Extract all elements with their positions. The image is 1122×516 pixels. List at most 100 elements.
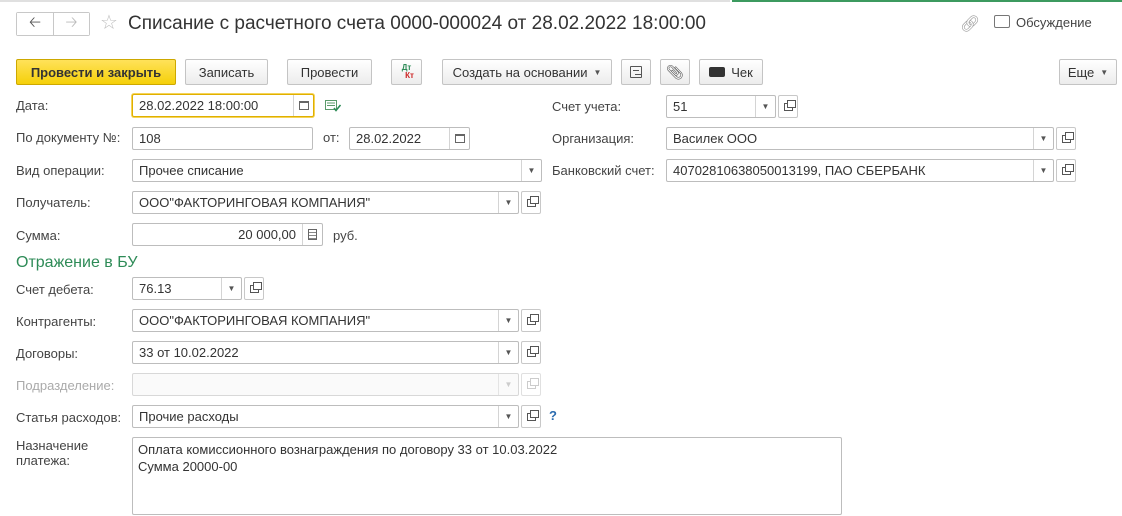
open-bank-account-button[interactable]: [1056, 159, 1076, 182]
operation-type-select[interactable]: Прочее списание ▼: [132, 159, 542, 182]
calculator-button[interactable]: [302, 224, 322, 245]
bank-account-value: 40702810638050013199, ПАО СБЕРБАНК: [673, 163, 926, 178]
create-based-on-button[interactable]: Создать на основании ▼: [442, 59, 612, 85]
back-button[interactable]: 🡠: [17, 13, 53, 35]
navigation-group: 🡠 🡢: [16, 12, 90, 36]
dropdown-arrow-icon[interactable]: ▼: [498, 374, 518, 395]
organization-label: Организация:: [552, 131, 635, 146]
discussion-icon[interactable]: [994, 15, 1010, 28]
calculator-icon: [308, 229, 317, 240]
link-icon[interactable]: 🔗︎: [960, 14, 980, 34]
date-field[interactable]: 28.02.2022 18:00:00: [132, 94, 314, 117]
create-based-on-label: Создать на основании: [452, 64, 588, 80]
paperclip-icon: 📎︎: [666, 63, 684, 80]
dropdown-arrow-icon[interactable]: ▼: [498, 310, 518, 331]
organization-select[interactable]: Василек ООО ▼: [666, 127, 1054, 150]
dropdown-arrow-icon[interactable]: ▼: [498, 406, 518, 427]
payment-purpose-line: Оплата комиссионного вознаграждения по д…: [138, 442, 558, 457]
discussion-link[interactable]: Обсуждение: [1016, 15, 1092, 30]
debit-account-select[interactable]: 76.13 ▼: [132, 277, 242, 300]
more-button[interactable]: Еще ▼: [1059, 59, 1117, 85]
help-link[interactable]: ?: [549, 408, 557, 423]
dropdown-arrow-icon[interactable]: ▼: [221, 278, 241, 299]
calendar-icon: [454, 134, 465, 143]
debit-account-value: 76.13: [139, 281, 172, 296]
cash-register-icon: [709, 67, 726, 77]
expense-item-select[interactable]: Прочие расходы ▼: [132, 405, 519, 428]
dropdown-arrow-icon[interactable]: ▼: [498, 342, 518, 363]
account-select[interactable]: 51 ▼: [666, 95, 776, 118]
chevron-down-icon: ▼: [593, 67, 602, 77]
bank-account-select[interactable]: 40702810638050013199, ПАО СБЕРБАНК ▼: [666, 159, 1054, 182]
receipt-button[interactable]: Чек: [699, 59, 763, 85]
contracts-value: 33 от 10.02.2022: [139, 345, 239, 360]
page-title: Списание с расчетного счета 0000-000024 …: [128, 13, 706, 34]
calendar-button[interactable]: [449, 128, 469, 149]
amount-label: Сумма:: [16, 228, 61, 243]
dropdown-arrow-icon[interactable]: ▼: [521, 160, 541, 181]
structure-icon: [630, 66, 642, 78]
more-label: Еще: [1067, 64, 1095, 80]
attachment-button[interactable]: 📎︎: [660, 59, 690, 85]
receipt-label: Чек: [731, 64, 753, 80]
open-debit-account-button[interactable]: [244, 277, 264, 300]
operation-type-value: Прочее списание: [139, 163, 244, 178]
dropdown-arrow-icon[interactable]: ▼: [1033, 160, 1053, 181]
open-icon: [526, 377, 539, 389]
doc-date-label: от:: [323, 130, 340, 145]
doc-number-field[interactable]: 108: [132, 127, 313, 150]
contracts-select[interactable]: 33 от 10.02.2022 ▼: [132, 341, 519, 364]
contracts-label: Договоры:: [16, 346, 79, 361]
currency-label: руб.: [333, 228, 358, 243]
expense-item-label: Статья расходов:: [16, 410, 122, 425]
open-organization-button[interactable]: [1056, 127, 1076, 150]
doc-date-field[interactable]: 28.02.2022: [349, 127, 470, 150]
post-button[interactable]: Провести: [287, 59, 372, 85]
dt-kt-icon: Дт Кт: [401, 63, 414, 80]
open-department-button[interactable]: [521, 373, 541, 396]
structure-button[interactable]: [621, 59, 651, 85]
open-contracts-button[interactable]: [521, 341, 541, 364]
open-account-button[interactable]: [778, 95, 798, 118]
department-label: Подразделение:: [16, 378, 115, 393]
forward-button[interactable]: 🡢: [53, 13, 89, 35]
counterparties-select[interactable]: ООО"ФАКТОРИНГОВАЯ КОМПАНИЯ" ▼: [132, 309, 519, 332]
payment-purpose-line: Сумма 20000-00: [138, 459, 238, 474]
doc-number-value: 108: [139, 131, 161, 146]
active-tab-indicator: [732, 0, 1122, 2]
counterparties-value: ООО"ФАКТОРИНГОВАЯ КОМПАНИЯ": [139, 313, 371, 328]
open-recipient-button[interactable]: [521, 191, 541, 214]
dropdown-arrow-icon[interactable]: ▼: [755, 96, 775, 117]
account-label: Счет учета:: [552, 99, 622, 114]
organization-value: Василек ООО: [673, 131, 758, 146]
dropdown-arrow-icon[interactable]: ▼: [498, 192, 518, 213]
save-button[interactable]: Записать: [185, 59, 268, 85]
open-icon: [1061, 163, 1074, 175]
arrow-left-icon: 🡠: [28, 13, 42, 31]
open-expense-item-button[interactable]: [521, 405, 541, 428]
star-icon[interactable]: ☆: [100, 11, 118, 35]
recipient-value: ООО"ФАКТОРИНГОВАЯ КОМПАНИЯ": [139, 195, 371, 210]
open-icon: [526, 345, 539, 357]
dt-kt-button[interactable]: Дт Кт: [391, 59, 422, 85]
open-counterparties-button[interactable]: [521, 309, 541, 332]
calendar-icon: [298, 101, 309, 110]
doc-date-value: 28.02.2022: [356, 131, 422, 146]
post-and-close-button[interactable]: Провести и закрыть: [16, 59, 176, 85]
payment-purpose-textarea[interactable]: Оплата комиссионного вознаграждения по д…: [132, 437, 842, 515]
posting-status-icon[interactable]: [325, 100, 341, 112]
recipient-select[interactable]: ООО"ФАКТОРИНГОВАЯ КОМПАНИЯ" ▼: [132, 191, 519, 214]
dropdown-arrow-icon[interactable]: ▼: [1033, 128, 1053, 149]
department-select[interactable]: ▼: [132, 373, 519, 396]
operation-type-label: Вид операции:: [16, 163, 105, 178]
calendar-button[interactable]: [293, 95, 313, 116]
payment-purpose-label-line2: платежа:: [16, 453, 70, 468]
payment-purpose-label-line1: Назначение: [16, 438, 89, 453]
amount-field[interactable]: 20 000,00: [132, 223, 323, 246]
open-icon: [783, 99, 796, 111]
account-value: 51: [673, 99, 688, 114]
section-title: Отражение в БУ: [16, 254, 138, 271]
recipient-label: Получатель:: [16, 195, 91, 210]
open-icon: [526, 195, 539, 207]
date-value: 28.02.2022 18:00:00: [139, 98, 259, 113]
